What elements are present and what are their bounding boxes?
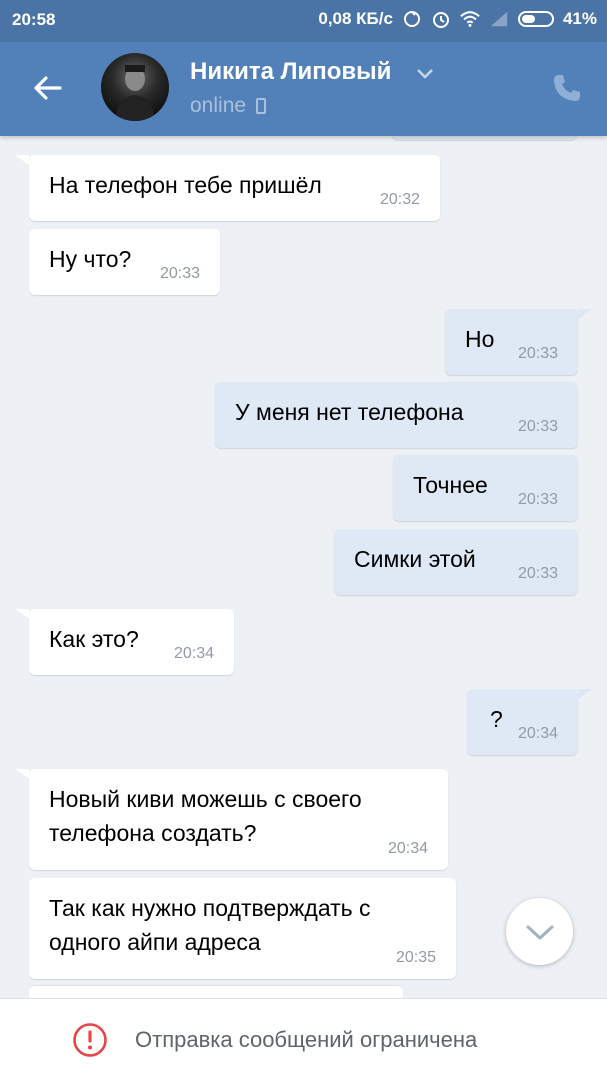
bubble-tail: [15, 769, 29, 779]
chevron-down-icon[interactable]: [415, 66, 435, 82]
message-bubble-incoming[interactable]: Новый киви можешь с своего телефона созд…: [29, 769, 448, 870]
bubble-tail: [15, 155, 29, 165]
message-bubble-incoming[interactable]: На телефон тебе пришёл 20:32: [29, 155, 440, 221]
phone-icon[interactable]: [551, 72, 583, 104]
scroll-to-bottom-button[interactable]: [506, 898, 573, 965]
message-time: 20:33: [517, 491, 558, 508]
message-bubble-outgoing[interactable]: Точнее 20:33: [393, 455, 578, 521]
chevron-down-icon: [526, 925, 553, 939]
contact-name[interactable]: Никита Липовый: [190, 58, 391, 86]
chat-header: Никита Липовый online: [0, 42, 607, 136]
message-bubble-outgoing[interactable]: Симки этой 20:33: [334, 529, 578, 595]
network-speed: 0,08 КБ/с: [318, 9, 393, 28]
message-text: Так как нужно подтверждать с одного айпи…: [49, 895, 371, 955]
message-bubble-incoming[interactable]: Как это? 20:34: [29, 609, 234, 675]
bubble-tail: [15, 609, 29, 619]
status-bar: 20:58 0,08 КБ/с 41%: [0, 0, 607, 42]
message-bubble-outgoing[interactable]: ? 20:34: [467, 689, 578, 755]
message-time: 20:33: [517, 418, 558, 435]
restriction-notice: Отправка сообщений ограничена: [135, 1027, 478, 1052]
message-time: 20:35: [395, 949, 436, 966]
message-bubble-incoming[interactable]: Так как нужно подтверждать с одного айпи…: [29, 878, 456, 979]
alarm-icon: [432, 12, 449, 28]
warning-circle-icon: [73, 1023, 107, 1057]
bubble-tail: [578, 689, 592, 699]
avatar-silhouette: [115, 65, 155, 121]
message-text: У меня нет телефона: [235, 399, 464, 425]
message-time: 20:32: [379, 191, 420, 208]
status-time: 20:58: [12, 10, 56, 29]
arrow-left-icon[interactable]: [30, 70, 66, 106]
message-bubble-outgoing[interactable]: У меня нет телефона 20:33: [215, 382, 578, 448]
message-time: 20:34: [173, 645, 214, 662]
battery-percent: 41%: [562, 9, 597, 28]
message-time: 20:33: [517, 565, 558, 582]
battery-icon: [517, 11, 554, 27]
status-icons: 0,08 КБ/с 41%: [318, 9, 597, 29]
message-time: 20:34: [517, 725, 558, 742]
message-time: 20:34: [387, 840, 428, 857]
wifi-icon: [460, 11, 480, 27]
message-text: На телефон тебе пришёл: [49, 172, 322, 198]
presence-text: online: [190, 94, 247, 117]
signal-icon: [490, 11, 508, 27]
bubble-tail: [578, 309, 592, 319]
message-time: 20:33: [517, 345, 558, 362]
mobile-icon: [256, 98, 267, 114]
sync-icon: [403, 11, 420, 27]
message-time: 20:33: [159, 265, 200, 282]
message-text: Новый киви можешь с своего телефона созд…: [49, 786, 362, 846]
message-bubble-incoming[interactable]: Ну что? 20:33: [29, 229, 220, 295]
message-bubble-outgoing[interactable]: Но 20:33: [445, 309, 578, 375]
messaging-restricted-bar: Отправка сообщений ограничена: [0, 998, 607, 1080]
presence-status: online: [190, 94, 267, 118]
avatar[interactable]: [101, 53, 169, 121]
